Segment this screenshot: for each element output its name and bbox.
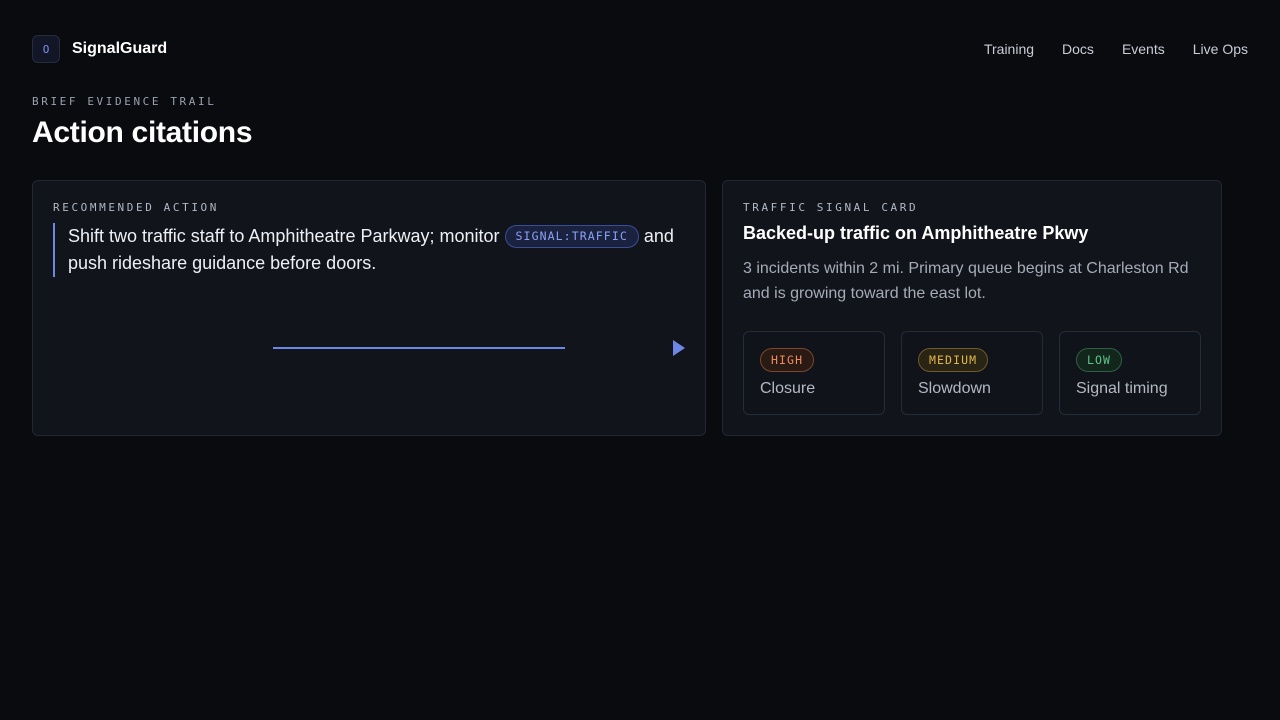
tile-closure[interactable]: HIGH Closure bbox=[743, 331, 885, 415]
nav-training[interactable]: Training bbox=[984, 41, 1034, 57]
tile-name: Closure bbox=[760, 380, 816, 397]
severity-badge-medium: MEDIUM bbox=[918, 348, 989, 372]
brand[interactable]: O SignalGuard bbox=[32, 35, 167, 63]
severity-tiles: HIGH Closure MEDIUM Slowdown LOW Signal … bbox=[743, 331, 1201, 415]
recommended-action-text: Shift two traffic staff to Amphitheatre … bbox=[53, 223, 693, 277]
recommended-action-card: RECOMMENDED ACTION Shift two traffic sta… bbox=[32, 180, 706, 436]
citation-connector-line bbox=[273, 347, 565, 349]
tile-signal-timing[interactable]: LOW Signal timing bbox=[1059, 331, 1201, 415]
traffic-signal-label: TRAFFIC SIGNAL CARD bbox=[743, 201, 919, 214]
tile-slowdown[interactable]: MEDIUM Slowdown bbox=[901, 331, 1043, 415]
main-nav: Training Docs Events Live Ops bbox=[984, 41, 1248, 57]
arrow-right-icon bbox=[673, 340, 685, 356]
signal-title: Backed-up traffic on Amphitheatre Pkwy bbox=[743, 223, 1089, 243]
recommended-action-label: RECOMMENDED ACTION bbox=[53, 201, 220, 214]
severity-badge-high: HIGH bbox=[760, 348, 815, 372]
traffic-signal-card: TRAFFIC SIGNAL CARD Backed-up traffic on… bbox=[722, 180, 1222, 436]
signal-description: 3 incidents within 2 mi. Primary queue b… bbox=[743, 260, 1189, 302]
nav-events[interactable]: Events bbox=[1122, 41, 1165, 57]
top-bar: O SignalGuard Training Docs Events Live … bbox=[32, 35, 1248, 63]
nav-docs[interactable]: Docs bbox=[1062, 41, 1094, 57]
tile-name: Slowdown bbox=[918, 380, 991, 397]
brand-name: SignalGuard bbox=[72, 40, 168, 57]
nav-live-ops[interactable]: Live Ops bbox=[1193, 41, 1248, 57]
page-title: Action citations bbox=[32, 116, 253, 149]
logo-icon: O bbox=[32, 35, 60, 63]
severity-badge-low: LOW bbox=[1076, 348, 1123, 372]
page-eyebrow: BRIEF EVIDENCE TRAIL bbox=[32, 95, 217, 108]
signal-traffic-chip[interactable]: SIGNAL:TRAFFIC bbox=[504, 225, 639, 248]
tile-name: Signal timing bbox=[1076, 380, 1168, 397]
action-text-start: Shift two traffic staff to Amphitheatre … bbox=[68, 226, 505, 246]
